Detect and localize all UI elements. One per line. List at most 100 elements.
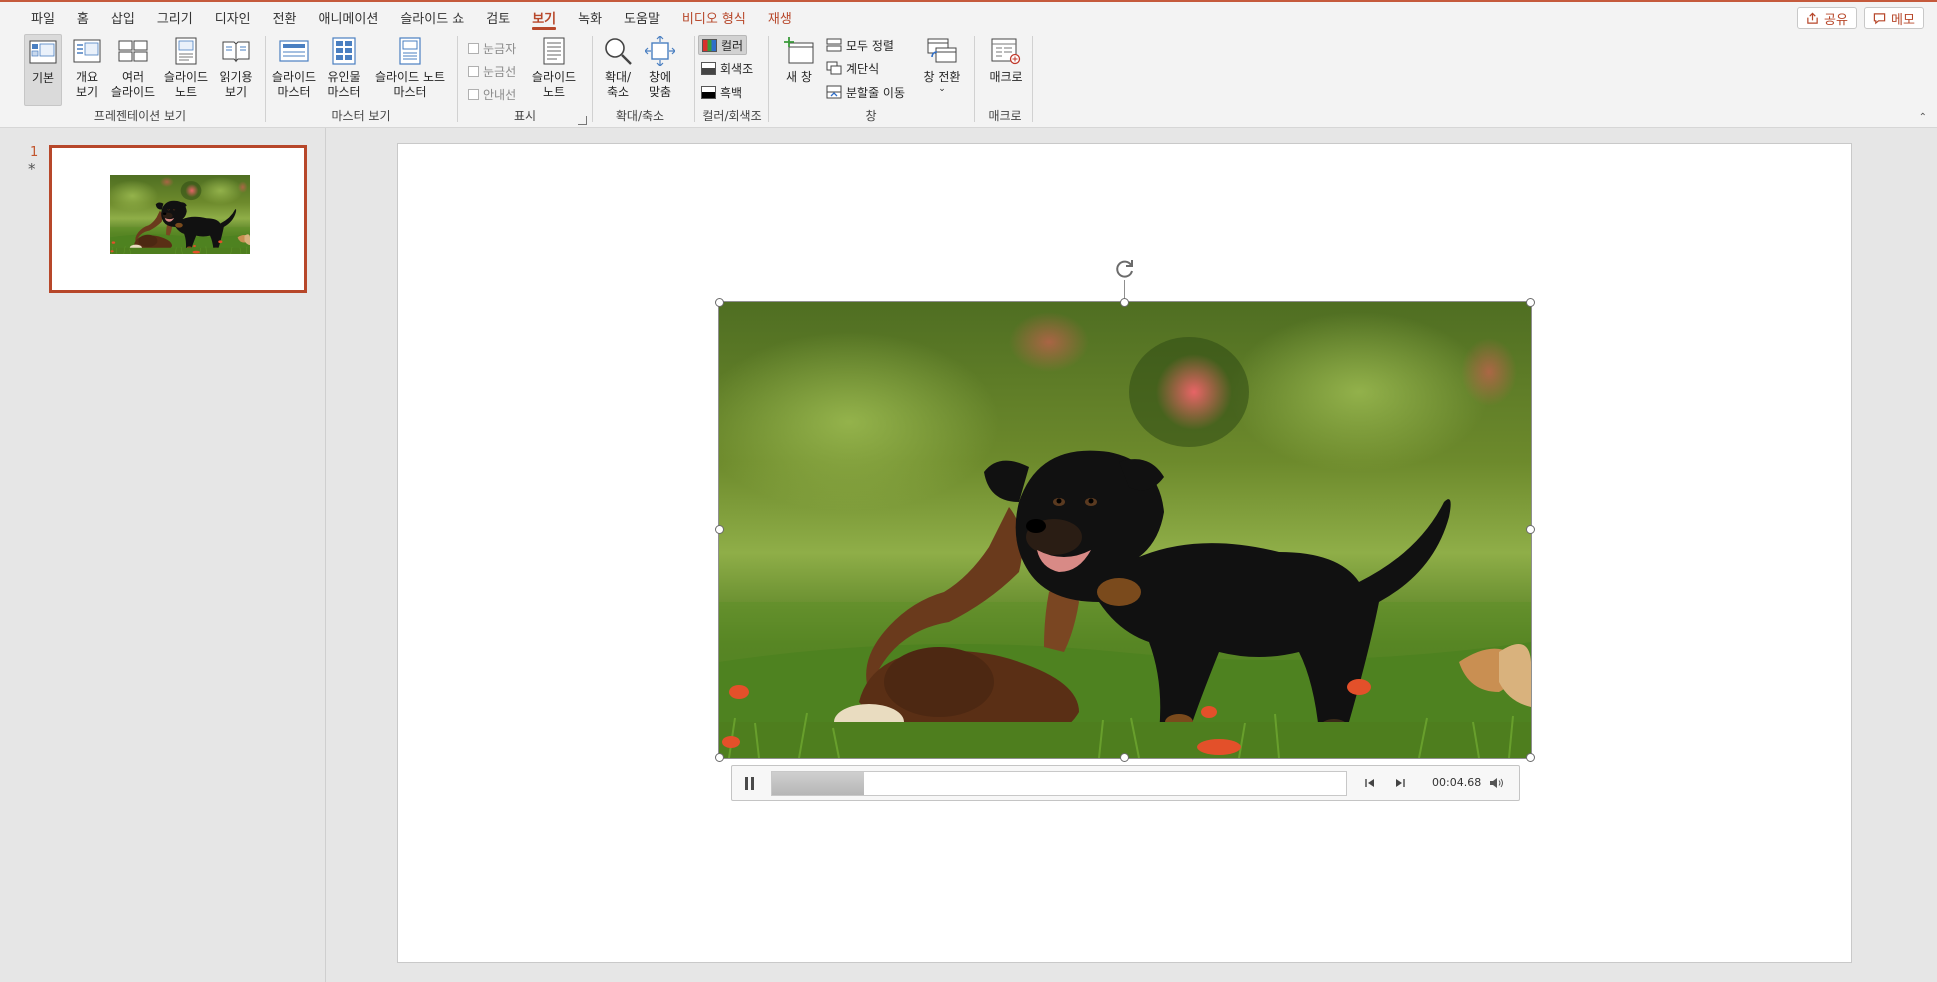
ribbon-tabs: 파일 홈 삽입 그리기 디자인 전환 애니메이션 슬라이드 쇼 검토 보기 녹화 도움말 비디오 형식 재… — [20, 2, 803, 32]
ribbon-tab-bar: 파일 홈 삽입 그리기 디자인 전환 애니메이션 슬라이드 쇼 검토 보기 녹화 도움말 비디오 형식 재… — [0, 0, 1937, 30]
tab-7[interactable]: 슬라이드 쇼 — [389, 2, 475, 32]
arrange-all-button[interactable]: 모두 정렬 — [823, 35, 897, 55]
seek-bar[interactable] — [771, 771, 1347, 796]
tab-11[interactable]: 도움말 — [613, 2, 671, 32]
fit-to-window-button[interactable]: 창에 맞춤 — [641, 34, 679, 106]
seek-bar-progress — [772, 772, 864, 795]
ribbon-separator — [974, 36, 975, 122]
tab-3[interactable]: 그리기 — [146, 2, 204, 32]
tab-12[interactable]: 비디오 형식 — [671, 2, 757, 32]
tab-5[interactable]: 전환 — [262, 2, 308, 32]
ruler-checkbox[interactable]: 눈금자 — [468, 40, 516, 57]
normal-view-icon — [26, 35, 60, 69]
notes-page-label-2: 노트 — [174, 85, 198, 99]
tab-1[interactable]: 홈 — [66, 2, 100, 32]
magnifier-icon — [601, 34, 635, 68]
outline-view-icon — [70, 34, 104, 68]
volume-icon[interactable] — [1488, 775, 1504, 791]
cascade-button[interactable]: 계단식 — [823, 58, 882, 78]
tab-4[interactable]: 디자인 — [204, 2, 262, 32]
slide-sorter-icon — [116, 34, 150, 68]
resize-handle-top[interactable] — [1120, 298, 1129, 307]
resize-handle-right[interactable] — [1526, 525, 1535, 534]
black-white-button[interactable]: 흑백 — [698, 82, 745, 102]
macros-label: 매크로 — [989, 70, 1023, 84]
notes-page-button[interactable]: 슬라이드 노트 — [162, 34, 210, 106]
step-forward-icon[interactable] — [1392, 775, 1408, 791]
slide-sorter-label-1: 여러 — [121, 70, 145, 84]
reading-view-icon — [219, 34, 253, 68]
step-back-icon[interactable] — [1362, 775, 1378, 791]
slide-sorter-button[interactable]: 여러 슬라이드 — [110, 34, 156, 106]
slide-master-button[interactable]: 슬라이드 마스터 — [270, 34, 318, 106]
resize-handle-top-left[interactable] — [715, 298, 724, 307]
resize-handle-left[interactable] — [715, 525, 724, 534]
memo-button[interactable]: 메모 — [1864, 7, 1924, 29]
video-object[interactable] — [718, 301, 1532, 759]
tab-8[interactable]: 검토 — [475, 2, 521, 32]
color-label: 컬러 — [721, 38, 744, 53]
group-label-zoom: 확대/축소 — [615, 109, 665, 123]
pause-button[interactable] — [740, 774, 758, 792]
pause-icon — [750, 776, 754, 790]
tab-10[interactable]: 녹화 — [567, 2, 613, 32]
group-label-presentation-views: 프레젠테이션 보기 — [93, 109, 187, 123]
collapse-ribbon-icon[interactable]: ⌃ — [1919, 112, 1927, 123]
tab-2[interactable]: 삽입 — [100, 2, 146, 32]
handout-master-label-1: 유인물 — [327, 70, 361, 84]
new-window-label: 새 창 — [786, 70, 812, 84]
zoom-button[interactable]: 확대/ 축소 — [599, 34, 637, 106]
move-split-button[interactable]: 분할줄 이동 — [823, 82, 908, 102]
share-label: 공유 — [1824, 12, 1848, 28]
switch-windows-label: 창 전환 — [923, 70, 961, 84]
resize-handle-top-right[interactable] — [1526, 298, 1535, 307]
black-white-swatch-icon — [701, 85, 716, 99]
switch-windows-button[interactable]: 창 전환 ⌄ — [919, 34, 965, 106]
resize-handle-bottom-left[interactable] — [715, 753, 724, 762]
handout-master-button[interactable]: 유인물 마스터 — [324, 34, 364, 106]
notes-master-icon — [393, 34, 427, 68]
group-label-show: 표시 — [513, 109, 537, 123]
tab-6[interactable]: 애니메이션 — [308, 2, 390, 32]
notes-page-label-1: 슬라이드 — [163, 70, 209, 84]
outline-view-label-2: 보기 — [75, 85, 99, 99]
chevron-down-icon: ⌄ — [938, 84, 946, 94]
slide-sorter-label-2: 슬라이드 — [110, 85, 156, 99]
tab-13[interactable]: 재생 — [757, 2, 803, 32]
color-button[interactable]: 컬러 — [698, 35, 748, 55]
new-window-button[interactable]: 새 창 — [779, 34, 819, 106]
guides-checkbox[interactable]: 안내선 — [468, 86, 516, 103]
checkbox-box — [468, 66, 479, 77]
comment-icon — [1873, 12, 1886, 24]
pause-icon — [744, 776, 748, 790]
gridlines-label: 눈금선 — [483, 65, 517, 79]
slide-thumbnail[interactable] — [49, 145, 307, 293]
checkbox-box — [468, 43, 479, 54]
outline-view-button[interactable]: 개요 보기 — [68, 34, 106, 106]
group-presentation-views: 기본 개요 보기 여러 슬라이드 슬라이드 노트 읽기용 보기 프레젠테이션 보… — [20, 32, 260, 126]
reading-view-button[interactable]: 읽기용 보기 — [216, 34, 256, 106]
move-split-icon — [826, 85, 842, 99]
tab-0[interactable]: 파일 — [20, 2, 66, 32]
resize-handle-bottom[interactable] — [1120, 753, 1129, 762]
grayscale-button[interactable]: 회색조 — [698, 58, 756, 78]
resize-handle-bottom-right[interactable] — [1526, 753, 1535, 762]
handout-master-icon — [327, 34, 361, 68]
notes-master-button[interactable]: 슬라이드 노트 마스터 — [368, 34, 452, 106]
switch-windows-icon — [925, 34, 959, 68]
notes-page-icon — [169, 34, 203, 68]
group-zoom: 확대/ 축소 창에 맞춤 확대/축소 — [595, 32, 685, 126]
macros-button[interactable]: 매크로 — [985, 34, 1027, 106]
slide-master-label-2: 마스터 — [277, 85, 311, 99]
notes-master-label-2: 마스터 — [393, 85, 427, 99]
tab-9[interactable]: 보기 — [521, 2, 567, 32]
rotate-handle-icon[interactable] — [1114, 258, 1136, 280]
notes-toggle-label-1: 슬라이드 — [531, 70, 577, 84]
share-button[interactable]: 공유 — [1797, 7, 1857, 29]
grayscale-swatch-icon — [701, 61, 716, 75]
zoom-label-1: 확대/ — [604, 70, 632, 84]
normal-view-button[interactable]: 기본 — [24, 34, 62, 106]
outline-view-label-1: 개요 — [75, 70, 99, 84]
gridlines-checkbox[interactable]: 눈금선 — [468, 63, 516, 80]
notes-toggle-button[interactable]: 슬라이드 노트 — [530, 34, 578, 106]
